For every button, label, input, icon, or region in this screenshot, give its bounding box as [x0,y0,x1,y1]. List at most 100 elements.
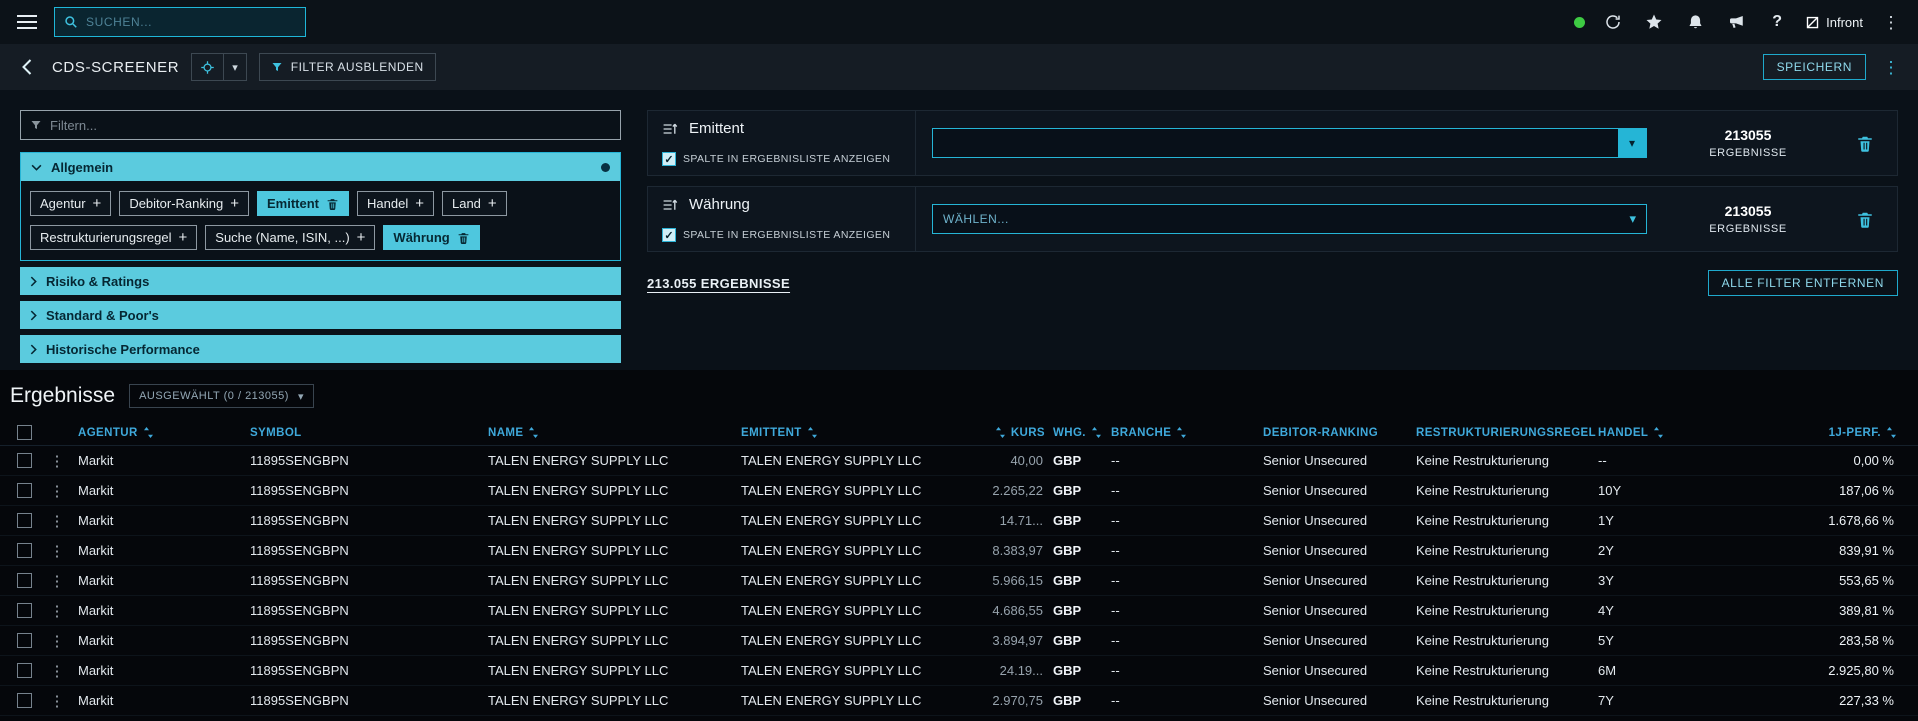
cell-perf-1y: 2.925,80 % [1733,663,1904,678]
column-header-emittent[interactable]: EMITTENT [741,427,977,439]
column-header-whg[interactable]: WHG. [1053,427,1111,439]
row-menu-button[interactable]: ⋮ [48,692,66,710]
row-menu-button[interactable]: ⋮ [48,452,66,470]
total-results-link[interactable]: 213.055 ERGEBNISSE [647,276,790,291]
refresh-button[interactable] [1600,9,1626,35]
cell-branche: -- [1111,663,1263,678]
row-menu-button[interactable]: ⋮ [48,512,66,530]
global-search[interactable] [54,7,306,37]
row-checkbox[interactable] [17,453,32,468]
clear-all-filters-button[interactable]: ALLE FILTER ENTFERNEN [1708,270,1898,296]
checkbox-checked-icon[interactable]: ✓ [662,152,676,166]
row-checkbox[interactable] [17,633,32,648]
sidebar-section-standard-poor-s[interactable]: Standard & Poor's [20,301,621,329]
row-checkbox[interactable] [17,693,32,708]
column-header-1j-perf[interactable]: 1J-PERF. [1733,427,1904,439]
cell-debitor-ranking: Senior Unsecured [1263,603,1416,618]
column-header-branche[interactable]: BRANCHE [1111,427,1263,439]
row-checkbox[interactable] [17,573,32,588]
filter-chip-w-hrung[interactable]: Währung [383,225,479,250]
question-mark-icon: ? [1772,13,1782,31]
cell-restrukturierungsregel: Keine Restrukturierung [1416,573,1598,588]
caret-down-icon: ▾ [1629,136,1635,150]
row-menu-button[interactable]: ⋮ [48,572,66,590]
filter-chip-land[interactable]: Land+ [442,191,507,216]
cell-restrukturierungsregel: Keine Restrukturierung [1416,663,1598,678]
row-checkbox[interactable] [17,603,32,618]
sidebar-filter-input[interactable] [50,118,611,133]
target-tool-button[interactable]: ▾ [191,53,247,81]
checkbox-checked-icon[interactable]: ✓ [662,228,676,242]
hamburger-menu-button[interactable] [14,9,40,35]
row-checkbox[interactable] [17,483,32,498]
table-row[interactable]: ⋮Markit11895SENGBPNTALEN ENERGY SUPPLY L… [0,566,1918,596]
combobox-dropdown-button[interactable]: ▾ [1618,129,1646,157]
selected-dropdown-button[interactable]: AUSGEWÄHLT (0 / 213055) ▾ [129,384,314,408]
emittent-input[interactable] [933,129,1618,157]
column-header-kurs[interactable]: KURS [977,427,1053,439]
sidebar-filter-search[interactable] [20,110,621,140]
save-button[interactable]: SPEICHERN [1763,54,1866,80]
cell-perf-1y: 283,58 % [1733,633,1904,648]
help-button[interactable]: ? [1764,9,1790,35]
cell-handel: 1Y [1598,513,1733,528]
filter-chip-handel[interactable]: Handel+ [357,191,434,216]
show-column-checkbox-row[interactable]: ✓ SPALTE IN ERGEBNISLISTE ANZEIGEN [662,152,901,166]
cell-agentur: Markit [78,543,250,558]
filter-chip-emittent[interactable]: Emittent [257,191,349,216]
table-row[interactable]: ⋮Markit11895SENGBPNTALEN ENERGY SUPPLY L… [0,596,1918,626]
column-header-handel[interactable]: HANDEL [1598,427,1733,439]
table-row[interactable]: ⋮Markit11895SENGBPNTALEN ENERGY SUPPLY L… [0,536,1918,566]
reorder-icon[interactable] [662,122,678,136]
toolbar-overflow-button[interactable]: ⋮ [1878,54,1904,80]
row-menu-button[interactable]: ⋮ [48,482,66,500]
filter-card-label: Währung [689,196,750,213]
search-input[interactable] [86,15,296,29]
column-label: 1J-PERF. [1829,427,1881,439]
section-label: Risiko & Ratings [46,274,149,289]
waehrung-select[interactable]: WÄHLEN... ▾ [932,204,1647,234]
row-menu-button[interactable]: ⋮ [48,662,66,680]
column-header-name[interactable]: NAME [488,427,741,439]
column-header-debitor-ranking[interactable]: DEBITOR-RANKING [1263,427,1416,439]
row-checkbox[interactable] [17,543,32,558]
table-row[interactable]: ⋮Markit11895SENGBPNTALEN ENERGY SUPPLY L… [0,446,1918,476]
column-header-symbol[interactable]: SYMBOL [250,427,488,439]
result-count-label: ERGEBNISSE [1709,223,1787,235]
sidebar-section-historische-performance[interactable]: Historische Performance [20,335,621,363]
filter-chip-debitor-ranking[interactable]: Debitor-Ranking+ [119,191,249,216]
table-row[interactable]: ⋮Markit11895SENGBPNTALEN ENERGY SUPPLY L… [0,476,1918,506]
table-row[interactable]: ⋮Markit11895SENGBPNTALEN ENERGY SUPPLY L… [0,656,1918,686]
filter-chip-restrukturierungsregel[interactable]: Restrukturierungsregel+ [30,225,197,250]
row-checkbox[interactable] [17,663,32,678]
reorder-icon[interactable] [662,198,678,212]
row-menu-button[interactable]: ⋮ [48,632,66,650]
sidebar-section-risiko-ratings[interactable]: Risiko & Ratings [20,267,621,295]
select-all-checkbox[interactable] [17,425,32,440]
row-checkbox-cell [10,513,48,528]
row-checkbox-cell [10,483,48,498]
row-menu-button[interactable]: ⋮ [48,542,66,560]
row-menu-button[interactable]: ⋮ [48,602,66,620]
table-row[interactable]: ⋮Markit11895SENGBPNTALEN ENERGY SUPPLY L… [0,506,1918,536]
remove-filter-button[interactable] [1856,210,1874,229]
back-button[interactable] [14,54,40,80]
overflow-menu-button[interactable]: ⋮ [1878,9,1904,35]
notifications-button[interactable] [1682,9,1708,35]
show-column-checkbox-row[interactable]: ✓ SPALTE IN ERGEBNISLISTE ANZEIGEN [662,228,901,242]
column-header-restrukturierungsregel[interactable]: RESTRUKTURIERUNGSREGEL [1416,427,1598,439]
remove-filter-button[interactable] [1856,134,1874,153]
sidebar-section-allgemein[interactable]: Allgemein [21,153,620,181]
filter-toggle-button[interactable]: FILTER AUSBLENDEN [259,53,436,81]
column-header-agentur[interactable]: AGENTUR [78,427,250,439]
column-label: HANDEL [1598,427,1648,439]
trash-icon [457,231,470,245]
filter-chip-suche-name-isin[interactable]: Suche (Name, ISIN, ...)+ [205,225,375,250]
announcements-button[interactable] [1723,9,1749,35]
table-row[interactable]: ⋮Markit11895SENGBPNTALEN ENERGY SUPPLY L… [0,626,1918,656]
favorites-button[interactable] [1641,9,1667,35]
table-row[interactable]: ⋮Markit11895SENGBPNTALEN ENERGY SUPPLY L… [0,686,1918,716]
filter-chip-agentur[interactable]: Agentur+ [30,191,111,216]
row-checkbox[interactable] [17,513,32,528]
emittent-combobox[interactable]: ▾ [932,128,1647,158]
